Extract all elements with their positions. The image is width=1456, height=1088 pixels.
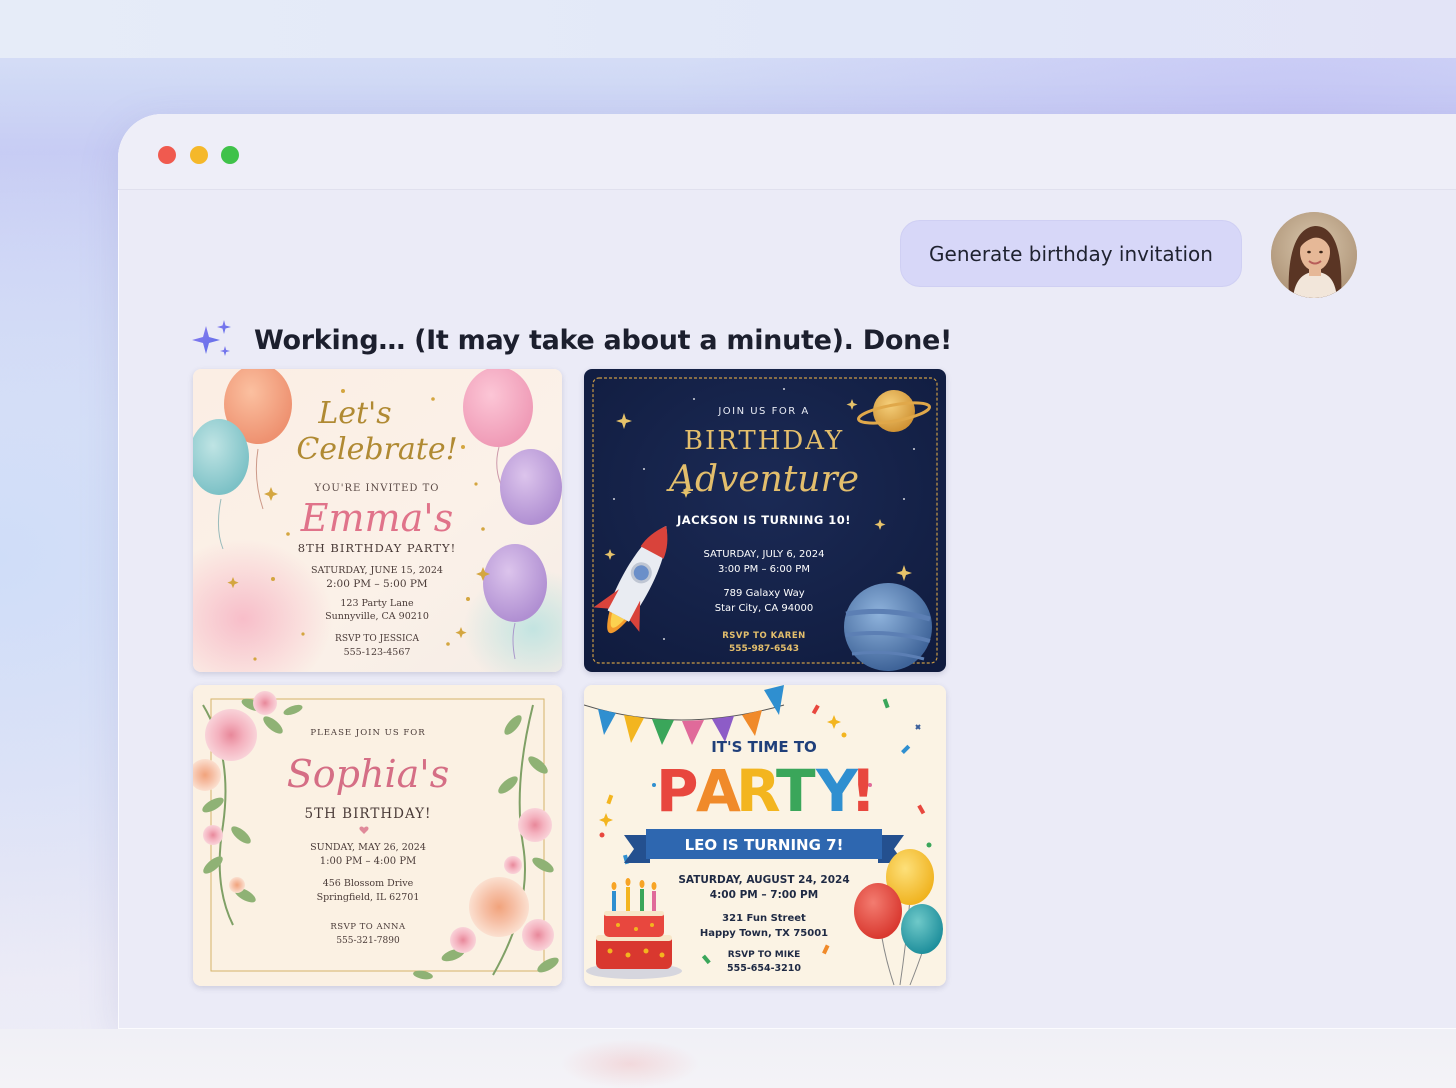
- sophia-phone: 555-321-7890: [336, 936, 400, 946]
- invitation-card-sophia[interactable]: PLEASE JOIN US FOR Sophia's 5TH BIRTHDAY…: [193, 685, 562, 986]
- sophia-rsvp: RSVP TO ANNA: [330, 922, 406, 932]
- emma-address-1: 123 Party Lane: [340, 598, 414, 609]
- jackson-date: SATURDAY, JULY 6, 2024: [704, 549, 825, 560]
- jackson-time: 3:00 PM – 6:00 PM: [718, 564, 810, 575]
- party-heading: PART Y!: [656, 757, 876, 825]
- party-letter: !: [850, 757, 876, 825]
- emma-heading-2: Celebrate!: [296, 432, 457, 467]
- leo-banner: LEO IS TURNING 7!: [685, 836, 844, 854]
- party-letter: R: [736, 757, 781, 825]
- user-avatar[interactable]: [1271, 212, 1357, 298]
- leo-time: 4:00 PM – 7:00 PM: [710, 889, 818, 901]
- sophia-name: Sophia's: [287, 752, 449, 796]
- sparkles-icon: [192, 320, 231, 356]
- jackson-rsvp: RSVP TO KAREN: [722, 631, 806, 641]
- invitation-card-emma[interactable]: Let's Celebrate! YOU'RE INVITED TO Emma'…: [193, 369, 562, 672]
- close-window-button[interactable]: [158, 146, 176, 164]
- sophia-pre: PLEASE JOIN US FOR: [310, 728, 425, 738]
- jackson-title-1: BIRTHDAY: [684, 426, 844, 456]
- sophia-address-1: 456 Blossom Drive: [323, 878, 414, 889]
- leo-rsvp: RSVP TO MIKE: [728, 950, 800, 960]
- leo-address-1: 321 Fun Street: [722, 913, 806, 924]
- jackson-address-2: Star City, CA 94000: [715, 603, 813, 614]
- assistant-status: Working… (It may take about a minute). D…: [190, 315, 952, 365]
- maximize-window-button[interactable]: [221, 146, 239, 164]
- emma-phone: 555-123-4567: [344, 647, 411, 658]
- leo-phone: 555-654-3210: [727, 963, 801, 974]
- bottom-fade: [0, 1029, 1456, 1088]
- emma-heading-1: Let's: [317, 396, 391, 431]
- jackson-address-1: 789 Galaxy Way: [723, 588, 804, 599]
- jackson-title-2: Adventure: [666, 459, 859, 500]
- emma-invited: YOU'RE INVITED TO: [314, 483, 440, 494]
- minimize-window-button[interactable]: [190, 146, 208, 164]
- sophia-address-2: Springfield, IL 62701: [317, 892, 420, 903]
- blue-planet: [844, 583, 932, 671]
- jackson-phone: 555-987-6543: [729, 644, 799, 654]
- party-letter: P: [656, 757, 699, 825]
- jackson-turning: JACKSON IS TURNING 10!: [676, 513, 851, 527]
- emma-rsvp: RSVP TO JESSICA: [335, 634, 419, 644]
- user-message-text: Generate birthday invitation: [929, 241, 1213, 266]
- top-band: [0, 0, 1456, 58]
- leo-address-2: Happy Town, TX 75001: [700, 928, 828, 939]
- party-letter: A: [696, 757, 741, 825]
- party-letter: T: [776, 757, 816, 825]
- invitation-card-jackson[interactable]: JOIN US FOR A BIRTHDAY Adventure JACKSON…: [584, 369, 946, 672]
- status-text: Working… (It may take about a minute). D…: [254, 324, 953, 356]
- emma-date: SATURDAY, JUNE 15, 2024: [311, 565, 443, 576]
- sophia-time: 1:00 PM – 4:00 PM: [320, 856, 417, 867]
- leo-date: SATURDAY, AUGUST 24, 2024: [678, 874, 849, 886]
- emma-address-2: Sunnyville, CA 90210: [325, 611, 429, 622]
- jackson-pre: JOIN US FOR A: [717, 406, 809, 417]
- leo-pre: IT'S TIME TO: [711, 738, 817, 756]
- user-message-bubble: Generate birthday invitation: [900, 220, 1242, 287]
- emma-name: Emma's: [300, 496, 453, 540]
- sophia-occasion: 5TH BIRTHDAY!: [305, 806, 432, 822]
- emma-occasion: 8TH BIRTHDAY PARTY!: [298, 541, 456, 555]
- sophia-date: SUNDAY, MAY 26, 2024: [310, 842, 426, 853]
- invitation-card-leo[interactable]: IT'S TIME TO P A R T Y! LEO IS TURNING 7! SA…: [584, 685, 946, 986]
- window-titlebar: [118, 114, 1456, 190]
- emma-time: 2:00 PM – 5:00 PM: [326, 578, 428, 590]
